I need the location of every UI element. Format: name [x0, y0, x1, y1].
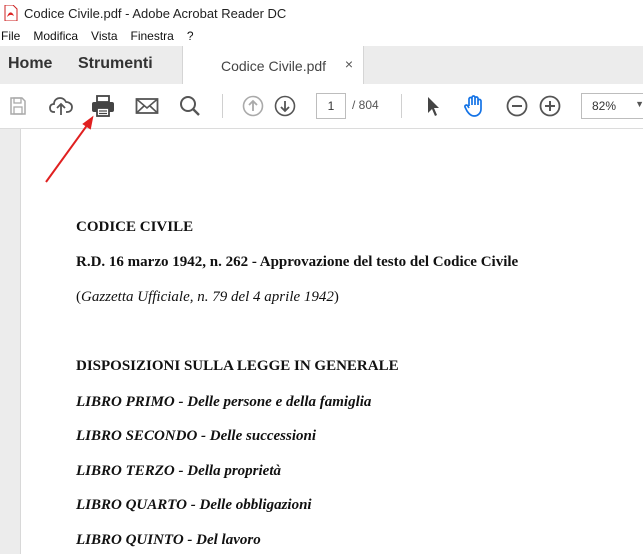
hand-tool-icon[interactable]	[462, 94, 486, 118]
book-desc: - Del lavoro	[183, 532, 261, 548]
left-side-panel[interactable]	[0, 129, 21, 554]
document-title: CODICE CIVILE	[76, 219, 194, 235]
annotation-arrow	[45, 115, 94, 183]
select-arrow-icon[interactable]	[421, 94, 445, 118]
book-name: LIBRO TERZO	[76, 463, 175, 479]
tab-document[interactable]: Codice Civile.pdf ×	[182, 46, 364, 85]
book-name: LIBRO QUINTO	[76, 532, 184, 548]
toolbar-separator	[401, 94, 402, 118]
decree-line: R.D. 16 marzo 1942, n. 262 - Approvazion…	[76, 254, 519, 270]
menu-file[interactable]: File	[1, 29, 20, 43]
next-page-icon[interactable]	[273, 94, 297, 118]
tab-tools[interactable]: Strumenti	[78, 55, 153, 73]
zoom-select[interactable]: 82% ▼	[581, 93, 643, 119]
save-icon[interactable]	[6, 94, 30, 118]
book-name: LIBRO PRIMO	[76, 394, 175, 410]
book-line: LIBRO TERZO - Della proprietà	[76, 463, 281, 480]
book-desc: - Delle obbligazioni	[187, 497, 312, 513]
page-total: / 804	[352, 98, 379, 112]
close-tab-icon[interactable]: ×	[345, 56, 353, 72]
menu-bar: File Modifica Vista Finestra ?	[0, 26, 643, 46]
book-desc: - Delle successioni	[197, 428, 317, 444]
menu-finestra[interactable]: Finestra	[131, 29, 174, 43]
menu-modifica[interactable]: Modifica	[33, 29, 78, 43]
title-bar: Codice Civile.pdf - Adobe Acrobat Reader…	[0, 0, 643, 26]
zoom-in-icon[interactable]	[538, 94, 562, 118]
mail-icon[interactable]	[135, 94, 159, 118]
search-icon[interactable]	[178, 94, 202, 118]
book-line: LIBRO QUINTO - Del lavoro	[76, 532, 261, 549]
tab-bar: Home Strumenti Codice Civile.pdf ×	[0, 46, 643, 85]
window-title: Codice Civile.pdf - Adobe Acrobat Reader…	[24, 5, 287, 21]
book-name: LIBRO QUARTO	[76, 497, 187, 513]
zoom-out-icon[interactable]	[505, 94, 529, 118]
chevron-down-icon: ▼	[635, 99, 643, 109]
gazette-line: (Gazzetta Ufficiale, n. 79 del 4 aprile …	[76, 289, 339, 306]
pdf-app-icon	[4, 5, 18, 21]
book-desc: - Delle persone e della famiglia	[174, 394, 372, 410]
book-name: LIBRO SECONDO	[76, 428, 198, 444]
gazette-text: Gazzetta Ufficiale, n. 79 del 4 aprile 1…	[81, 289, 334, 305]
menu-vista[interactable]: Vista	[91, 29, 117, 43]
prev-page-icon[interactable]	[241, 94, 265, 118]
tab-document-label: Codice Civile.pdf	[221, 58, 327, 74]
zoom-value: 82%	[592, 99, 617, 113]
book-desc: - Della proprietà	[174, 463, 282, 479]
document-viewport[interactable]	[0, 129, 643, 554]
tab-home[interactable]: Home	[8, 55, 52, 73]
general-provisions-heading: DISPOSIZIONI SULLA LEGGE IN GENERALE	[76, 358, 399, 374]
book-line: LIBRO QUARTO - Delle obbligazioni	[76, 497, 312, 514]
menu-help[interactable]: ?	[187, 29, 194, 43]
book-line: LIBRO SECONDO - Delle successioni	[76, 428, 316, 445]
gazette-close: )	[333, 289, 339, 305]
book-line: LIBRO PRIMO - Delle persone e della fami…	[76, 394, 371, 411]
page-number-input[interactable]: 1	[316, 93, 346, 119]
toolbar-separator	[222, 94, 223, 118]
